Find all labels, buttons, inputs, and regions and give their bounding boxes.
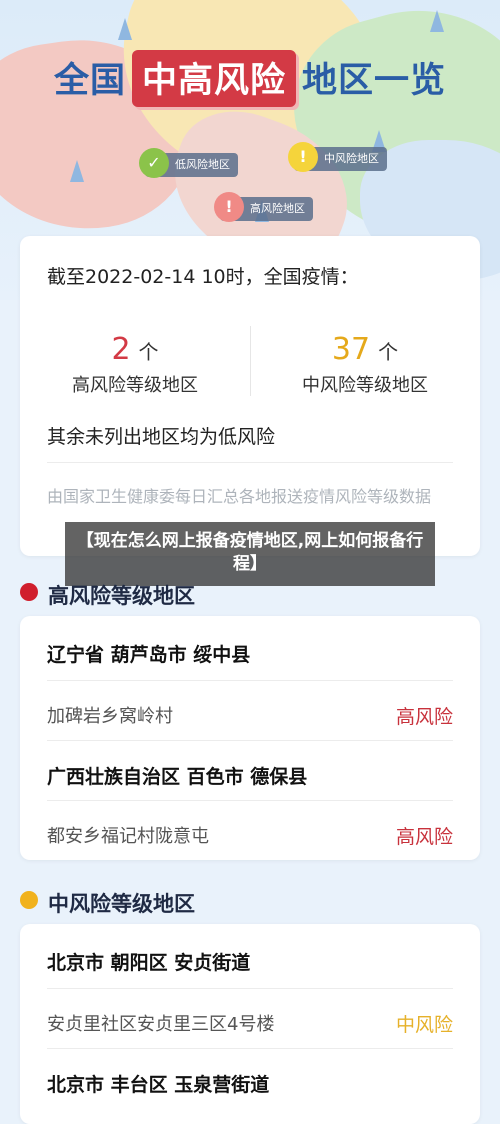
legend-high-risk: ! 高风险地区	[214, 192, 313, 222]
legend-label: 中风险地区	[324, 152, 379, 165]
source-note: 由国家卫生健康委每日汇总各地报送疫情风险等级数据	[47, 487, 432, 506]
high-risk-label: 高风险等级地区	[72, 375, 198, 396]
section-title: 高风险等级地区	[48, 584, 195, 608]
red-dot-icon	[20, 583, 38, 601]
title-prefix: 全国	[53, 61, 126, 101]
divider	[47, 462, 453, 463]
tree-icon	[430, 10, 444, 32]
tree-icon	[118, 18, 132, 40]
legend-low-risk: ✓ 低风险地区	[139, 148, 238, 178]
high-risk-card: 辽宁省 葫芦岛市 绥中县 加碑岩乡窝岭村 高风险 广西壮族自治区 百色市 德保县…	[20, 616, 480, 860]
area-title: 辽宁省 葫芦岛市 绥中县	[47, 644, 251, 666]
tree-icon	[70, 160, 84, 182]
page-title: 全国 中高风险 地区一览	[0, 50, 500, 107]
divider	[47, 988, 453, 989]
legend-label: 低风险地区	[175, 158, 230, 171]
as-of-text: 截至2022-02-14 10时，全国疫情：	[47, 266, 359, 288]
divider	[47, 740, 453, 741]
overlay-caption: 【现在怎么网上报备疫情地区,网上如何报备行程】	[65, 522, 435, 586]
yellow-dot-icon	[20, 891, 38, 909]
risk-level: 高风险	[395, 706, 453, 728]
divider	[47, 800, 453, 801]
count-unit: 个	[378, 340, 399, 364]
divider	[47, 680, 453, 681]
area-title: 北京市 丰台区 玉泉营街道	[47, 1074, 270, 1096]
medium-risk-count: 37	[331, 332, 371, 367]
title-suffix: 地区一览	[302, 61, 447, 101]
alert-icon: !	[214, 192, 244, 222]
count-unit: 个	[138, 340, 159, 364]
risk-level: 中风险	[395, 1014, 453, 1036]
place-text: 都安乡福记村陇意屯	[47, 826, 209, 847]
high-risk-stat: 2个 高风险等级地区	[20, 332, 250, 397]
high-risk-count: 2	[111, 332, 131, 367]
check-icon: ✓	[139, 148, 169, 178]
medium-risk-label: 中风险等级地区	[302, 375, 428, 396]
medium-risk-stat: 37 个 中风险等级地区	[250, 332, 480, 397]
alert-icon: !	[288, 142, 318, 172]
area-title: 广西壮族自治区 百色市 德保县	[47, 766, 308, 788]
divider	[47, 1048, 453, 1049]
place-text: 安贞里社区安贞里三区4号楼	[47, 1014, 275, 1035]
title-highlight: 中高风险	[131, 50, 296, 107]
place-text: 加碑岩乡窝岭村	[47, 706, 173, 727]
rest-note: 其余未列出地区均为低风险	[47, 426, 276, 448]
risk-level: 高风险	[395, 826, 453, 848]
summary-card: 截至2022-02-14 10时，全国疫情： 2个 高风险等级地区 37 个 中风…	[20, 236, 480, 556]
legend-label: 高风险地区	[250, 202, 305, 215]
legend-medium-risk: ! 中风险地区	[288, 142, 387, 172]
section-title: 中风险等级地区	[48, 892, 195, 916]
area-title: 北京市 朝阳区 安贞街道	[47, 952, 251, 974]
medium-risk-card: 北京市 朝阳区 安贞街道 安贞里社区安贞里三区4号楼 中风险 北京市 丰台区 玉…	[20, 924, 480, 1124]
